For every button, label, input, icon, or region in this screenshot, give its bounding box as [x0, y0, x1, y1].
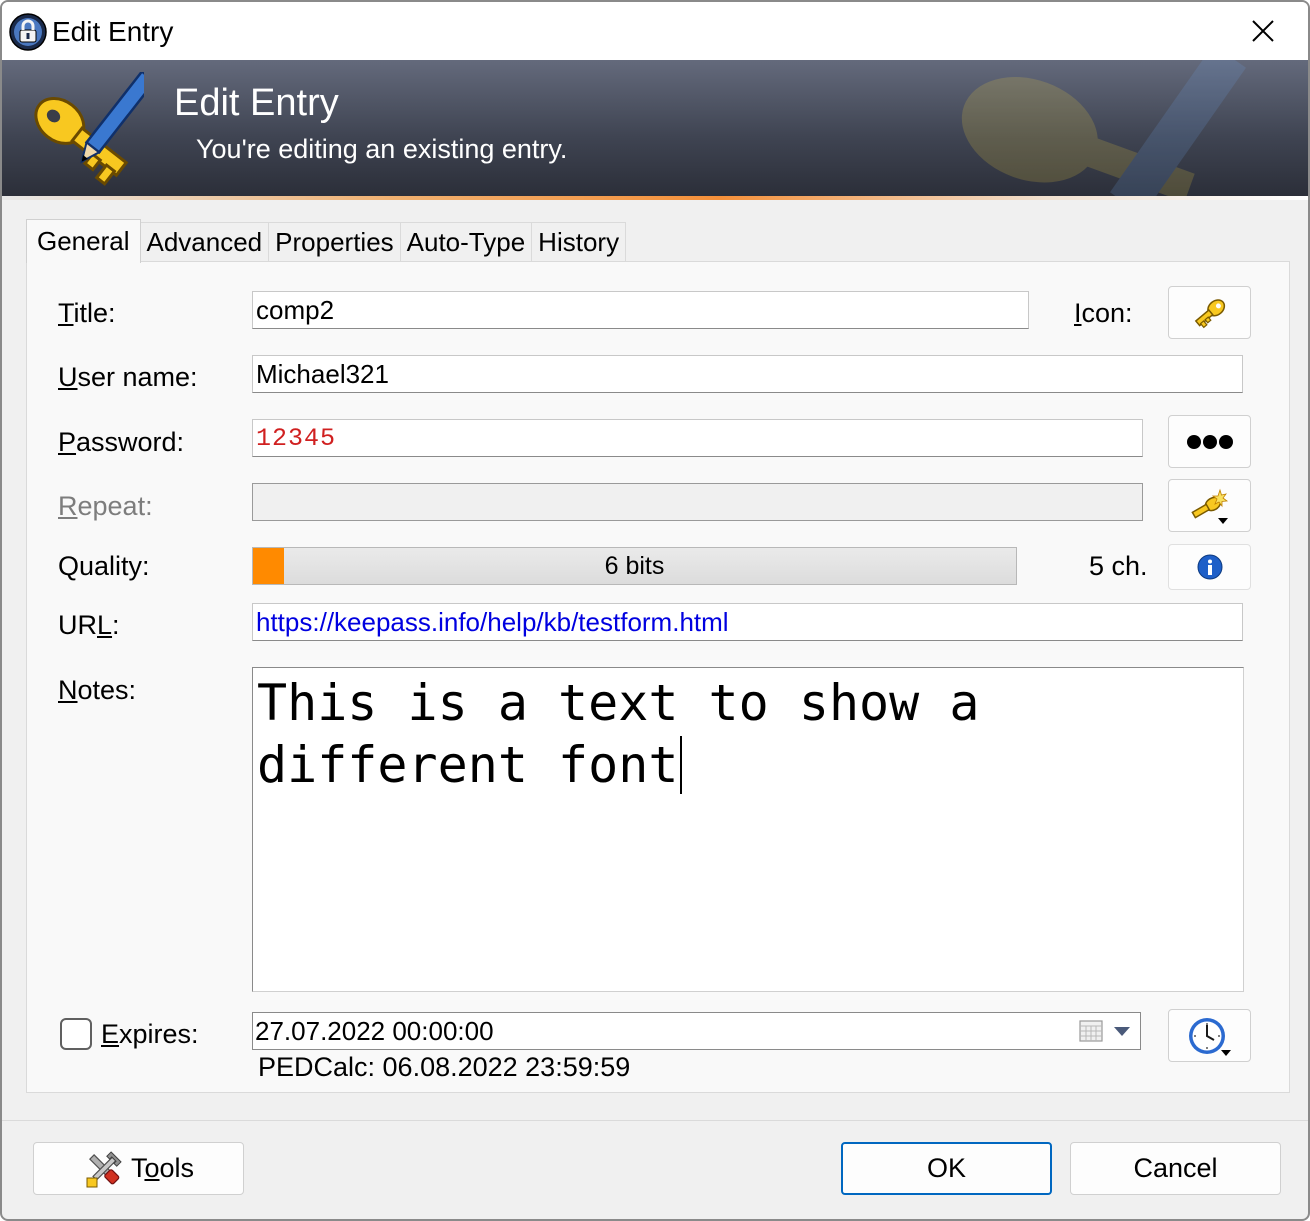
window-title: Edit Entry [52, 16, 174, 47]
key-icon [1194, 298, 1225, 328]
tab-advanced[interactable]: Advanced [139, 222, 270, 262]
banner-subtitle: You're editing an existing entry. [196, 134, 568, 164]
key-edit-icon [34, 72, 144, 186]
info-icon [1197, 554, 1222, 580]
password-field[interactable]: 12345 [252, 419, 1143, 457]
footer-separator [2, 1120, 1308, 1121]
icon-label: Icon: [1074, 298, 1133, 328]
banner-accent-stripe [2, 196, 1308, 200]
quality-bits-text: 6 bits [604, 551, 665, 580]
close-button[interactable] [1218, 2, 1308, 60]
tools-button[interactable]: Tools [33, 1142, 244, 1195]
expiry-presets-button[interactable] [1168, 1009, 1251, 1062]
keepass-lock-icon [9, 13, 47, 51]
password-quality-bar: 6 bits [252, 547, 1017, 585]
title-label: Title: [58, 298, 116, 328]
url-field[interactable]: https://keepass.info/help/kb/testform.ht… [252, 603, 1243, 641]
url-label: URL: [58, 610, 120, 640]
tools-label: Tools [130, 1153, 195, 1183]
title-field[interactable]: comp2 [252, 291, 1029, 329]
header-banner: Edit Entry You're editing an existing en… [2, 60, 1308, 200]
banner-title: Edit Entry [174, 82, 339, 124]
cancel-button[interactable]: Cancel [1070, 1142, 1281, 1195]
repeat-password-field [252, 483, 1143, 521]
password-generator-button[interactable] [1168, 479, 1251, 532]
tab-history[interactable]: History [531, 222, 627, 262]
dropdown-arrow-icon [1114, 1027, 1130, 1036]
repeat-label: Repeat: [58, 491, 153, 521]
show-password-button[interactable] [1168, 415, 1251, 468]
ok-button[interactable]: OK [841, 1142, 1052, 1195]
tab-general[interactable]: General [26, 219, 141, 263]
text-caret [680, 736, 683, 794]
password-label: Password: [58, 427, 185, 457]
expires-label: Expires: [101, 1019, 199, 1049]
tab-properties[interactable]: Properties [268, 222, 401, 262]
username-label: User name: [58, 362, 198, 392]
tab-strip: General Advanced Properties Auto-Type Hi… [26, 219, 627, 263]
pedcalc-expiry-text: PEDCalc: 06.08.2022 23:59:59 [258, 1052, 631, 1082]
expiry-date-picker[interactable]: 27.07.2022 00:00:00 [252, 1012, 1141, 1050]
icon-picker-button[interactable] [1168, 286, 1251, 339]
quality-info-button[interactable] [1168, 544, 1251, 590]
calendar-icon [1079, 1020, 1103, 1042]
expires-checkbox[interactable] [60, 1018, 92, 1050]
title-bar: Edit Entry [2, 2, 1308, 60]
quality-label: Quality: [58, 551, 150, 581]
password-generator-icon [1190, 488, 1228, 524]
tools-icon [86, 1150, 122, 1187]
clock-icon [1188, 1017, 1231, 1056]
character-count: 5 ch. [1089, 551, 1148, 581]
close-icon [1252, 20, 1274, 42]
key-edit-watermark-icon [961, 60, 1247, 200]
notes-textarea[interactable]: This is a text to show a different font [252, 667, 1244, 992]
edit-entry-window: Edit Entry Edit Entry You're editing an … [0, 0, 1310, 1221]
date-dropdown-button[interactable] [1074, 1015, 1136, 1047]
tab-auto-type[interactable]: Auto-Type [399, 222, 533, 262]
username-field[interactable]: Michael321 [252, 355, 1243, 393]
show-password-icon [1186, 434, 1233, 449]
notes-label: Notes: [58, 675, 137, 705]
